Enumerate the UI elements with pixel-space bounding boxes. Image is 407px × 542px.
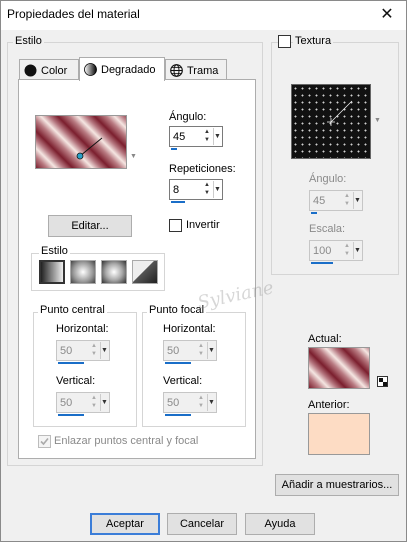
focal-point-label: Punto focal: [147, 304, 207, 316]
previous-label: Anterior:: [308, 399, 350, 411]
texture-angle-dropdown-icon[interactable]: ▼: [353, 192, 361, 209]
focal-horizontal-value: 50: [167, 345, 180, 357]
angle-spinner[interactable]: ▲ ▼: [202, 128, 212, 145]
tab-pattern-label: Trama: [187, 64, 219, 77]
center-point-label: Punto central: [38, 304, 107, 316]
center-horizontal-input[interactable]: 50 ▲ ▼ ▼: [56, 340, 110, 364]
focal-vertical-input[interactable]: 50 ▲ ▼ ▼: [163, 392, 217, 416]
focal-vertical-value: 50: [167, 397, 180, 409]
swap-swatch-icon-fill-2: [383, 382, 387, 386]
invert-checkbox[interactable]: [169, 219, 182, 232]
title-bar: Propiedades del material ✕: [1, 1, 406, 30]
previous-swatch[interactable]: [308, 413, 370, 455]
swap-swatch-icon[interactable]: [377, 376, 388, 387]
repetitions-slider-bar[interactable]: [171, 201, 185, 203]
invert-label: Invertir: [186, 219, 220, 231]
tab-pattern[interactable]: Trama: [165, 59, 227, 81]
center-vertical-spinner[interactable]: ▲ ▼: [89, 394, 99, 411]
add-to-swatches-label: Añadir a muestrarios...: [281, 479, 393, 491]
angle-value: 45: [173, 131, 186, 143]
repetitions-spinner[interactable]: ▲ ▼: [202, 181, 212, 198]
angle-handle-icon[interactable]: [36, 116, 128, 170]
rectangular-style-button[interactable]: [70, 260, 96, 284]
sunburst-style-button[interactable]: [101, 260, 127, 284]
repetitions-value: 8: [173, 184, 180, 196]
center-vertical-dropdown-icon[interactable]: ▼: [100, 394, 108, 411]
texture-scale-dropdown-icon[interactable]: ▼: [353, 242, 361, 259]
accept-button-label: Aceptar: [106, 518, 144, 530]
tab-gradient[interactable]: Degradado: [79, 57, 165, 81]
window-title: Propiedades del material: [7, 7, 140, 21]
texture-angle-label: Ángulo:: [309, 173, 347, 185]
focal-horizontal-slider-bar[interactable]: [165, 362, 191, 364]
repetitions-label: Repeticiones:: [169, 163, 236, 175]
gradient-dropdown-icon[interactable]: ▼: [130, 153, 137, 160]
checkmark-icon: [40, 437, 49, 446]
texture-angle-input[interactable]: 45 ▲ ▼ ▼: [309, 190, 363, 214]
style-group-label: Estilo: [13, 35, 44, 47]
help-button-label: Ayuda: [264, 518, 296, 530]
linear-style-button[interactable]: [39, 260, 65, 284]
texture-scale-label: Escala:: [309, 223, 346, 235]
texture-checkbox[interactable]: [278, 35, 291, 48]
angle-input[interactable]: 45 ▲ ▼ ▼: [169, 126, 223, 150]
gradient-circle-icon: [84, 63, 97, 76]
edit-button[interactable]: Editar...: [48, 215, 132, 237]
focal-horizontal-input[interactable]: 50 ▲ ▼ ▼: [163, 340, 217, 364]
texture-scale-slider-bar[interactable]: [311, 262, 333, 264]
focal-vertical-slider-bar[interactable]: [165, 414, 191, 416]
tab-gradient-label: Degradado: [101, 63, 156, 76]
center-horizontal-value: 50: [60, 345, 73, 357]
center-horizontal-spinner[interactable]: ▲ ▼: [89, 342, 99, 359]
material-properties-dialog: Propiedades del material ✕ Estilo Color …: [0, 0, 407, 542]
center-vertical-slider-bar[interactable]: [58, 414, 84, 416]
tab-color[interactable]: Color: [19, 59, 79, 81]
texture-angle-handle-icon[interactable]: [292, 85, 372, 160]
pattern-globe-icon: [170, 64, 183, 77]
add-to-swatches-button[interactable]: Añadir a muestrarios...: [275, 474, 399, 496]
center-vertical-value: 50: [60, 397, 73, 409]
link-points-label: Enlazar puntos central y focal: [54, 435, 199, 447]
texture-angle-value: 45: [313, 195, 326, 207]
cancel-button[interactable]: Cancelar: [167, 513, 237, 535]
center-horizontal-label: Horizontal:: [56, 323, 109, 335]
focal-vertical-dropdown-icon[interactable]: ▼: [207, 394, 215, 411]
tab-color-label: Color: [41, 64, 68, 77]
radial-style-button[interactable]: [132, 260, 158, 284]
gradient-preview[interactable]: [35, 115, 127, 169]
gradient-style-label: Estilo: [39, 245, 70, 257]
accept-button[interactable]: Aceptar: [90, 513, 160, 535]
texture-label: Textura: [293, 35, 334, 47]
texture-scale-value: 100: [313, 245, 332, 257]
focal-horizontal-label: Horizontal:: [163, 323, 216, 335]
texture-preview[interactable]: [291, 84, 371, 159]
focal-vertical-spinner[interactable]: ▲ ▼: [196, 394, 206, 411]
center-vertical-label: Vertical:: [56, 375, 96, 387]
texture-angle-spinner[interactable]: ▲ ▼: [342, 192, 352, 209]
center-vertical-input[interactable]: 50 ▲ ▼ ▼: [56, 392, 110, 416]
center-horizontal-dropdown-icon[interactable]: ▼: [100, 342, 108, 359]
repetitions-dropdown-icon[interactable]: ▼: [213, 181, 221, 198]
current-label: Actual:: [308, 333, 342, 345]
repetitions-input[interactable]: 8 ▲ ▼ ▼: [169, 179, 223, 203]
focal-horizontal-dropdown-icon[interactable]: ▼: [207, 342, 215, 359]
texture-scale-input[interactable]: 100 ▲ ▼ ▼: [309, 240, 363, 264]
cancel-button-label: Cancelar: [179, 518, 225, 530]
help-button[interactable]: Ayuda: [245, 513, 315, 535]
focal-vertical-label: Vertical:: [163, 375, 203, 387]
current-swatch: [308, 347, 370, 389]
color-circle-icon: [24, 64, 37, 77]
angle-label: Ángulo:: [169, 111, 207, 123]
texture-scale-spinner[interactable]: ▲ ▼: [342, 242, 352, 259]
texture-angle-slider-bar[interactable]: [311, 212, 317, 214]
angle-dropdown-icon[interactable]: ▼: [213, 128, 221, 145]
focal-horizontal-spinner[interactable]: ▲ ▼: [196, 342, 206, 359]
texture-dropdown-icon[interactable]: ▼: [374, 117, 381, 124]
angle-slider-bar[interactable]: [171, 148, 177, 150]
center-horizontal-slider-bar[interactable]: [58, 362, 84, 364]
edit-button-label: Editar...: [71, 220, 109, 232]
link-points-checkbox[interactable]: [38, 435, 51, 448]
close-icon[interactable]: ✕: [372, 3, 402, 27]
